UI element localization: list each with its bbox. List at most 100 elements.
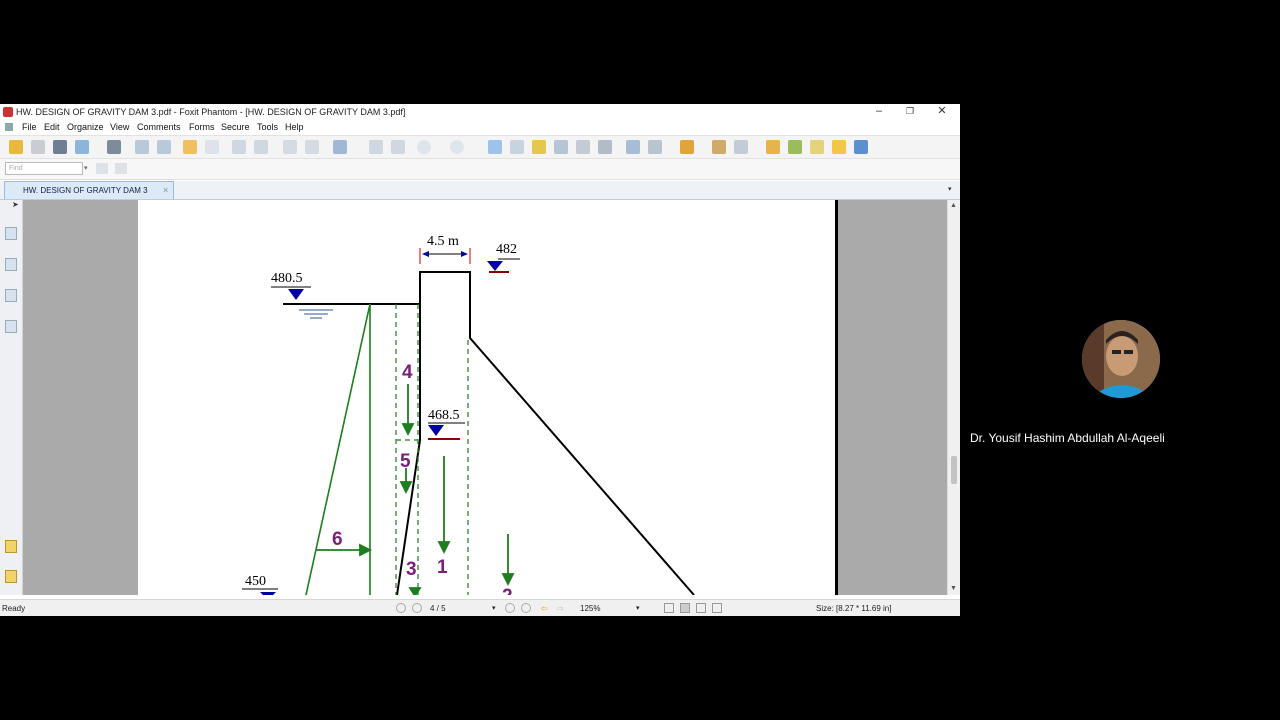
zoom-out-icon[interactable]	[417, 140, 431, 154]
find-input[interactable]: Find	[5, 162, 83, 175]
note-icon[interactable]	[810, 140, 824, 154]
first-page-icon[interactable]	[396, 603, 406, 613]
menu-bar: File Edit Organize View Comments Forms S…	[0, 120, 960, 134]
menu-file[interactable]: File	[22, 122, 37, 132]
crest-level-marker-icon	[487, 261, 503, 271]
pencil-icon[interactable]	[648, 140, 662, 154]
foxit-app-icon	[3, 107, 13, 117]
fit-page-icon[interactable]	[369, 140, 383, 154]
restore-button[interactable]: ❐	[895, 104, 925, 120]
comments-panel-icon[interactable]	[5, 540, 17, 553]
edit-object-icon[interactable]	[766, 140, 780, 154]
find-toolbar: Find ▾	[0, 159, 960, 180]
email-icon[interactable]	[75, 140, 89, 154]
menu-organize[interactable]: Organize	[67, 122, 104, 132]
document-tab-bar: HW. DESIGN OF GRAVITY DAM 3 × ▾	[0, 181, 960, 200]
dashed-load-blocks	[395, 304, 469, 595]
page-dropdown-icon[interactable]: ▾	[492, 604, 496, 612]
pages-panel-icon[interactable]	[5, 258, 17, 271]
form-icon[interactable]	[788, 140, 802, 154]
page-size: Size: [8.27 * 11.69 in]	[816, 604, 892, 613]
upstream-level-marker-icon	[288, 289, 304, 300]
snapshot-icon[interactable]	[598, 140, 612, 154]
document-viewport[interactable]: 4.5 m 482 480.5 468.5 450 4 5 6 3 1	[23, 200, 947, 595]
zoom-level[interactable]: 125%	[580, 604, 600, 613]
last-page-icon[interactable]	[521, 603, 531, 613]
comment-icon[interactable]	[832, 140, 846, 154]
scroll-thumb[interactable]	[951, 456, 957, 484]
stamp-icon[interactable]	[680, 140, 694, 154]
menu-secure[interactable]: Secure	[221, 122, 250, 132]
fit-width-icon[interactable]	[391, 140, 405, 154]
single-page-icon[interactable]	[664, 603, 674, 613]
menu-view[interactable]: View	[110, 122, 129, 132]
facing-page-icon[interactable]	[696, 603, 706, 613]
find-dropdown-icon[interactable]: ▾	[84, 164, 88, 172]
insert-page-icon[interactable]	[232, 140, 246, 154]
zoom-in-icon[interactable]	[450, 140, 464, 154]
video-tile: Dr. Yousif Hashim Abdullah Al-Aqeeli	[960, 270, 1280, 450]
prev-page-icon[interactable]	[412, 603, 422, 613]
crest-width-label: 4.5 m	[427, 234, 459, 249]
upstream-elevation-label: 480.5	[271, 271, 303, 286]
force-label-3: 3	[406, 559, 417, 580]
window-title: HW. DESIGN OF GRAVITY DAM 3.pdf - Foxit …	[16, 107, 406, 117]
force-label-5: 5	[400, 451, 411, 472]
continuous-facing-icon[interactable]	[712, 603, 722, 613]
find-previous-icon[interactable]	[96, 163, 108, 174]
previous-page-icon[interactable]	[135, 140, 149, 154]
go-forward-icon[interactable]: ⇨	[557, 604, 564, 613]
back-icon[interactable]	[183, 140, 197, 154]
print-icon[interactable]	[53, 140, 67, 154]
save-icon[interactable]	[31, 140, 45, 154]
scroll-down-icon[interactable]: ▼	[950, 585, 957, 592]
force-label-1: 1	[437, 557, 448, 578]
annotations-panel-icon[interactable]	[5, 289, 17, 302]
menu-tools[interactable]: Tools	[257, 122, 278, 132]
find-next-icon[interactable]	[115, 163, 127, 174]
hand-tool-icon[interactable]	[488, 140, 502, 154]
scan-icon[interactable]	[107, 140, 121, 154]
find-icon[interactable]	[554, 140, 568, 154]
go-back-icon[interactable]: ⇦	[541, 604, 548, 613]
attach-icon[interactable]	[712, 140, 726, 154]
next-page-icon[interactable]	[505, 603, 515, 613]
participant-avatar	[1082, 320, 1160, 398]
dim-arrow-left-icon	[422, 251, 429, 257]
tab-close-icon[interactable]: ×	[163, 185, 168, 195]
arrow-tool-icon[interactable]	[854, 140, 868, 154]
scroll-up-icon[interactable]: ▲	[950, 202, 957, 209]
layers-panel-icon[interactable]	[5, 320, 17, 333]
menu-comments[interactable]: Comments	[137, 122, 181, 132]
zoom-dropdown-icon[interactable]: ▾	[636, 604, 640, 612]
menu-help[interactable]: Help	[285, 122, 304, 132]
vertical-scrollbar[interactable]: ▲ ▼	[947, 200, 960, 595]
bookmarks-panel-icon[interactable]	[5, 227, 17, 240]
select-text-icon[interactable]	[510, 140, 524, 154]
open-icon[interactable]	[9, 140, 23, 154]
close-button[interactable]: ✕	[927, 104, 957, 120]
page-number[interactable]: 4 / 5	[430, 604, 446, 613]
minimize-button[interactable]: –	[864, 104, 894, 120]
status-ready: Ready	[2, 604, 26, 613]
next-page-icon[interactable]	[157, 140, 171, 154]
redo-icon[interactable]	[305, 140, 319, 154]
tailwater-marker-icon	[260, 592, 276, 595]
participant-name: Dr. Yousif Hashim Abdullah Al-Aqeeli	[970, 431, 1165, 445]
menu-edit[interactable]: Edit	[44, 122, 60, 132]
typewriter-icon[interactable]	[576, 140, 590, 154]
forward-icon[interactable]	[205, 140, 219, 154]
tab-list-chevron-icon[interactable]: ▾	[948, 185, 952, 193]
undo-icon[interactable]	[283, 140, 297, 154]
continuous-page-icon[interactable]	[680, 603, 690, 613]
text-box-icon[interactable]	[626, 140, 640, 154]
extract-page-icon[interactable]	[254, 140, 268, 154]
attachments-panel-icon[interactable]	[5, 570, 17, 583]
tab-document[interactable]: HW. DESIGN OF GRAVITY DAM 3 ×	[4, 181, 174, 199]
mid-level-marker-icon	[428, 425, 444, 436]
expand-panel-icon[interactable]: ➤	[12, 200, 19, 209]
lock-icon[interactable]	[734, 140, 748, 154]
select-annotation-icon[interactable]	[532, 140, 546, 154]
menu-forms[interactable]: Forms	[189, 122, 215, 132]
zoom-icon[interactable]	[333, 140, 347, 154]
